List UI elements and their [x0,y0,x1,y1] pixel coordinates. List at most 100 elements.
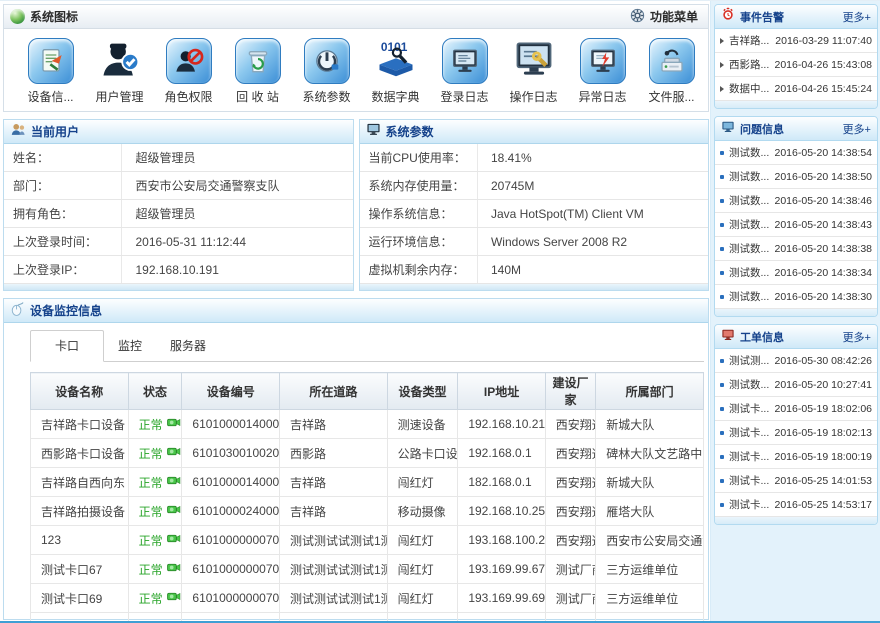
status-badge: 正常 [139,619,181,623]
app-label: 用户管理 [95,88,143,105]
system-icons-panel: 系统图标 功能菜单 设备信... 用户管理 角色权限回 收 站系统参数 0101数据字… [3,4,709,112]
app-user-manage[interactable]: 用户管理 [85,37,154,105]
app-login-log[interactable]: 登录日志 [430,37,499,105]
item-text: 数据中... [729,81,775,96]
app-icon-box [441,37,489,85]
more-link[interactable]: 更多+ [843,329,871,345]
device-type-cell: 移动摄像 [387,497,458,526]
recycle-bin-icon [235,38,281,84]
table-row[interactable]: 西影路卡口设备正常61010300100202西影路公路卡口设备192.168.… [31,439,704,468]
list-item[interactable]: 测试卡...2016-05-25 14:01:53 [715,469,877,493]
app-system-params[interactable]: 系统参数 [292,37,361,105]
list-item[interactable]: 测试数...2016-05-20 14:38:46 [715,189,877,213]
table-row[interactable]: 测试卡口68正常61010000000701测试测试试测试1测闯红灯193.16… [31,613,704,623]
list-item[interactable]: 测试卡...2016-05-19 18:02:06 [715,397,877,421]
list-item[interactable]: 数据中...2016-04-26 15:45:24 [715,77,877,101]
table-row[interactable]: 吉祥路卡口设备正常61010000140003吉祥路测速设备192.168.10… [31,410,704,439]
bullet-icon [720,223,724,227]
app-icon-box [510,37,558,85]
device-type-cell: 闯红灯 [387,613,458,623]
sidebar-panel-工单信息: 工单信息更多+测试测...2016-05-30 08:42:26测试数...20… [714,324,878,525]
device-name-cell: 测试卡口67 [31,555,129,584]
tab-服务器[interactable]: 服务器 [156,331,220,361]
param-field-value: 18.41% [478,144,708,171]
list-item[interactable]: 西影路...2016-04-26 15:43:08 [715,53,877,77]
camera-icon [167,417,181,431]
sidebar-panel-title: 事件告警 [740,9,843,25]
table-row[interactable]: 测试卡口69正常61010000000701测试测试试测试1测闯红灯193.16… [31,584,704,613]
road-cell: 测试测试试测试1测 [279,584,387,613]
table-row[interactable]: 123正常61010000000701测试测试试测试1测闯红灯193.168.1… [31,526,704,555]
device-code-cell: 61010000000701 [182,613,280,623]
status-cell: 正常 [128,468,182,497]
status-cell: 正常 [128,584,182,613]
road-cell: 西影路 [279,439,387,468]
tab-卡口[interactable]: 卡口 [30,330,104,362]
list-item[interactable]: 测试数...2016-05-20 10:27:41 [715,373,877,397]
camera-icon [167,533,181,547]
list-item[interactable]: 测试数...2016-05-20 14:38:54 [715,141,877,165]
road-cell: 测试测试试测试1测 [279,555,387,584]
login-log-icon [442,38,488,84]
app-label: 角色权限 [164,88,212,105]
list-item[interactable]: 测试数...2016-05-20 14:38:38 [715,237,877,261]
list-item[interactable]: 吉祥路...2016-03-29 11:07:40 [715,29,877,53]
list-item[interactable]: 测试卡...2016-05-25 14:53:17 [715,493,877,517]
sidebar-panel-footer [715,517,877,524]
ip-cell: 193.169.99.67 [458,555,545,584]
system-icons-header: 系统图标 功能菜单 [4,5,708,29]
list-item[interactable]: 测试卡...2016-05-19 18:00:19 [715,445,877,469]
app-label: 系统参数 [302,88,350,105]
sidebar-panel-header: 问题信息更多+ [715,117,877,141]
sidebar-panel-title: 问题信息 [740,121,843,137]
table-row[interactable]: 测试卡口67正常61010000000701测试测试试测试1测闯红灯193.16… [31,555,704,584]
status-ok-label: 正常 [139,532,163,549]
function-menu-label: 功能菜单 [650,8,698,25]
function-menu-button[interactable]: 功能菜单 [630,8,702,26]
app-recycle-bin[interactable]: 回 收 站 [223,37,292,105]
bullet-icon [720,38,724,44]
more-link[interactable]: 更多+ [843,121,871,137]
current-user-fields: 姓名：超级管理员部门：西安市公安局交通警察支队拥有角色：超级管理员上次登录时间：… [4,144,353,284]
param-field-value: 140M [478,256,708,283]
file-server-icon [649,38,695,84]
table-row[interactable]: 吉祥路自西向东正常61010000140001吉祥路闯红灯182.168.0.1… [31,468,704,497]
vendor-cell: 西安翔迅 [545,439,595,468]
app-icon-box [96,37,144,85]
app-label: 设备信... [27,88,73,105]
road-cell: 吉祥路 [279,410,387,439]
device-type-cell: 闯红灯 [387,555,458,584]
status-badge: 正常 [139,474,181,491]
user-field-row: 上次登录IP：192.168.10.191 [4,256,353,284]
app-role-permission[interactable]: 角色权限 [154,37,223,105]
app-label: 操作日志 [509,88,557,105]
list-item[interactable]: 测试数...2016-05-20 14:38:30 [715,285,877,309]
system-params-fields: 当前CPU使用率：18.41%系统内存使用量：20745M操作系统信息：Java… [360,144,709,284]
app-data-dict[interactable]: 0101数据字典 [361,37,430,105]
list-item[interactable]: 测试测...2016-05-30 08:42:26 [715,349,877,373]
item-text: 测试卡... [729,425,775,440]
param-field-row: 虚拟机剩余内存：140M [360,256,709,284]
list-item[interactable]: 测试数...2016-05-20 14:38:50 [715,165,877,189]
vendor-cell: 西安翔迅 [545,468,595,497]
table-row[interactable]: 吉祥路拍摄设备正常61010000240005吉祥路移动摄像192.168.10… [31,497,704,526]
ip-cell: 192.168.10.21 [458,410,545,439]
user-field-value: 2016-05-31 11:12:44 [122,228,352,255]
column-header: 设备类型 [387,373,458,410]
list-item[interactable]: 测试数...2016-05-20 14:38:34 [715,261,877,285]
tab-监控[interactable]: 监控 [104,331,156,361]
app-device-info[interactable]: 设备信... [16,37,85,105]
list-item[interactable]: 测试卡...2016-05-19 18:02:13 [715,421,877,445]
user-field-row: 拥有角色：超级管理员 [4,200,353,228]
user-field-row: 部门：西安市公安局交通警察支队 [4,172,353,200]
app-operation-log[interactable]: 操作日志 [499,37,568,105]
more-link[interactable]: 更多+ [843,9,871,25]
item-text: 测试卡... [729,473,775,488]
list-item[interactable]: 测试数...2016-05-20 14:38:43 [715,213,877,237]
dept-cell: 新城大队 [596,468,704,497]
app-file-server[interactable]: 文件服... [637,37,706,105]
gear-icon [630,8,645,26]
item-text: 测试数... [729,241,775,256]
app-label: 数据字典 [371,88,419,105]
app-error-log[interactable]: 异常日志 [568,37,637,105]
